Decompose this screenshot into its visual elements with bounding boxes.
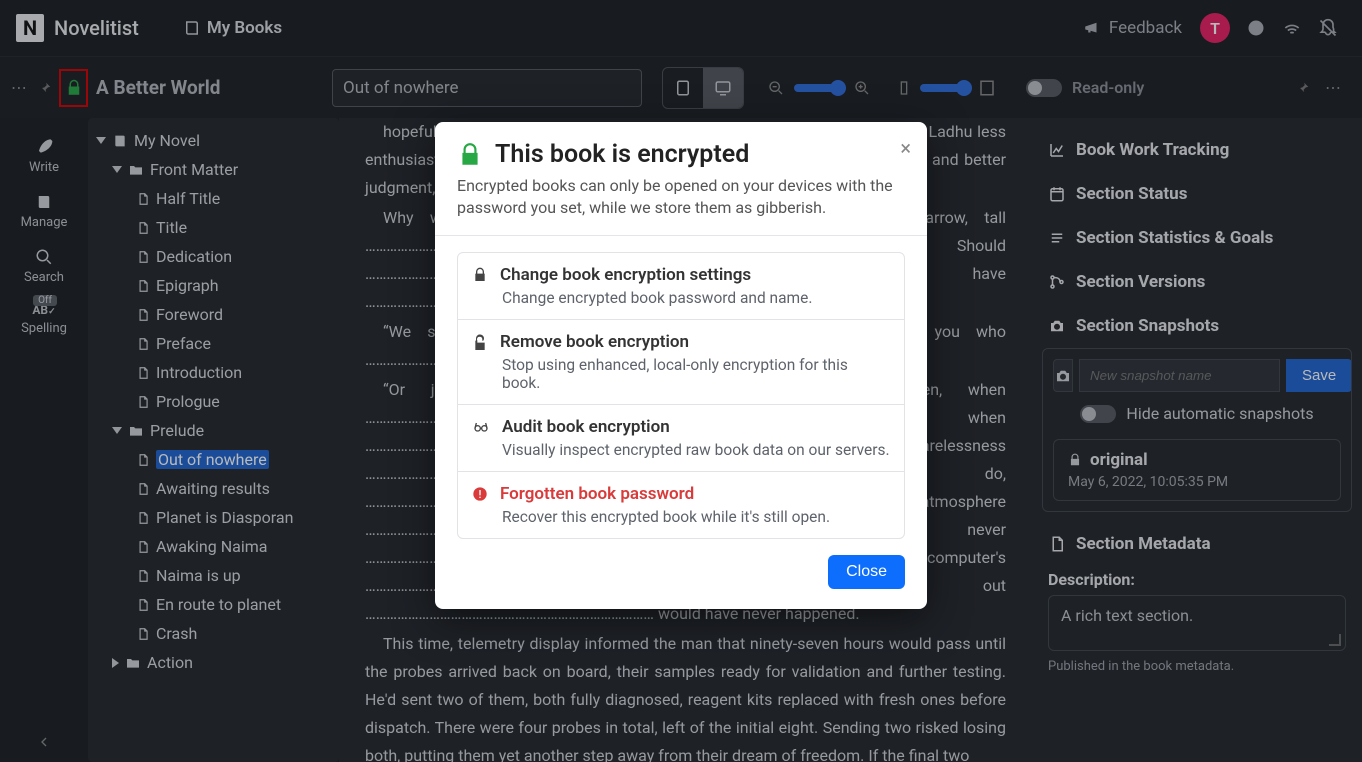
modal-overlay: This book is encrypted Encrypted books c… [0, 0, 1362, 762]
close-button[interactable]: Close [828, 555, 905, 589]
alert-icon [472, 486, 488, 502]
modal-title: This book is encrypted [495, 140, 749, 169]
option-change-encryption[interactable]: Change book encryption settings Change e… [458, 253, 904, 320]
unlock-icon [472, 334, 488, 350]
encryption-modal: This book is encrypted Encrypted books c… [435, 122, 927, 609]
glasses-icon [472, 419, 490, 435]
modal-subtitle: Encrypted books can only be opened on yo… [457, 175, 905, 219]
close-icon[interactable]: × [900, 136, 911, 160]
lock-icon [472, 267, 488, 283]
option-audit-encryption[interactable]: Audit book encryption Visually inspect e… [458, 405, 904, 472]
option-forgotten-password[interactable]: Forgotten book password Recover this enc… [458, 472, 904, 538]
lock-icon [457, 142, 483, 168]
option-remove-encryption[interactable]: Remove book encryption Stop using enhanc… [458, 320, 904, 405]
